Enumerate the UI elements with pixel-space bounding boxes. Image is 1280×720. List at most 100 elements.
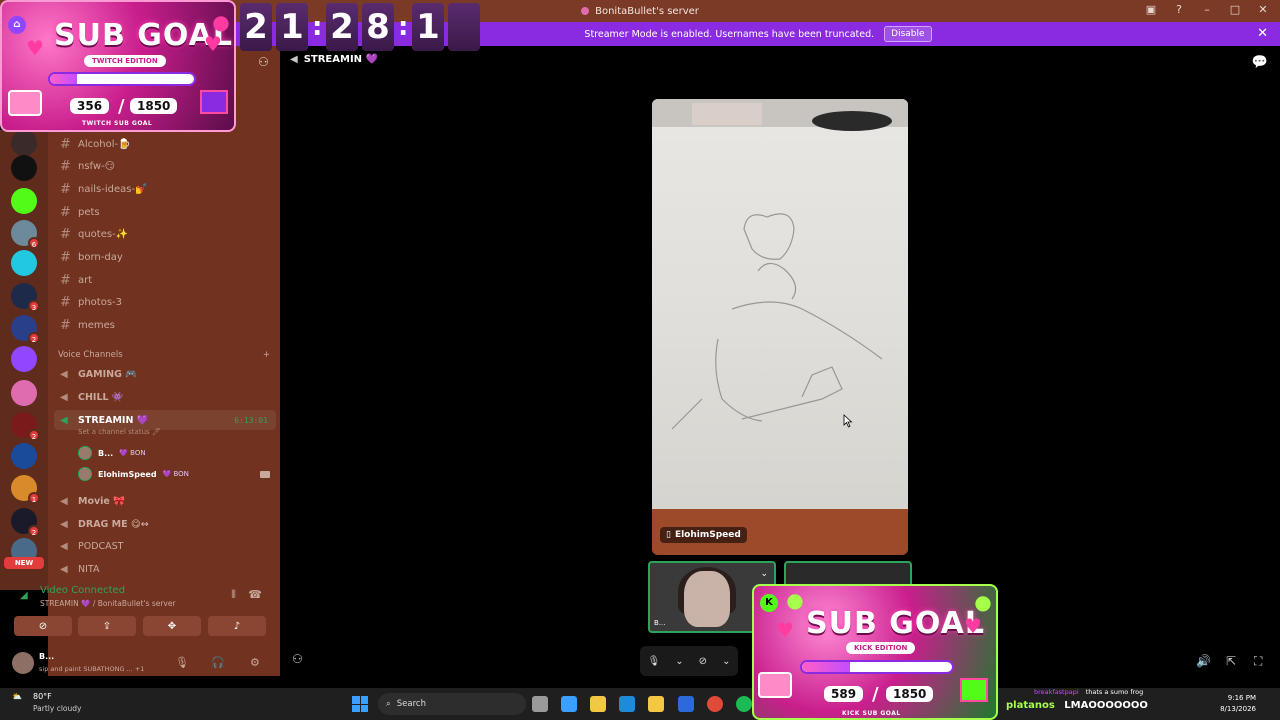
server-icon[interactable]: 6	[11, 220, 40, 249]
close-banner-icon[interactable]: ✕	[1257, 26, 1268, 41]
voice-channel-item[interactable]: ◀ PODCAST	[60, 536, 124, 556]
temperature[interactable]: 80°F	[33, 692, 52, 701]
volume-icon[interactable]: 🔊	[1196, 654, 1211, 668]
channel-item[interactable]: # born-day	[60, 247, 123, 267]
twitch-sub-goal-overlay: ⌂ SUB GOAL TWITCH EDITION 356 / 1850 TWI…	[0, 0, 236, 132]
chevron-down-icon[interactable]: ⌄	[675, 656, 683, 667]
spotify-icon[interactable]	[736, 696, 752, 712]
avatar[interactable]	[12, 652, 34, 674]
add-member-icon[interactable]: ⚇	[258, 55, 272, 69]
server-icon[interactable]	[11, 155, 37, 181]
server-icon[interactable]: 3	[11, 283, 40, 312]
voice-member[interactable]: ElohimSpeed 💜 BON	[78, 465, 270, 483]
voice-member[interactable]: B... 💜 BON	[78, 444, 146, 462]
channel-status[interactable]: Set a channel status 🖊	[78, 428, 161, 436]
channel-item[interactable]: # memes	[60, 315, 115, 335]
voice-channel-item[interactable]: ◀ DRAG ME 😋↔	[60, 514, 149, 534]
channel-name: memes	[78, 319, 115, 331]
countdown-separator: :	[398, 12, 409, 42]
time: 9:16 PM	[1227, 694, 1256, 702]
speaker-icon: ◀	[290, 54, 298, 65]
video-stream-tile[interactable]: ▯ ElohimSpeed	[652, 99, 908, 555]
system-clock[interactable]: 9:16 PM 8/13/2026	[1220, 693, 1256, 715]
connection-status[interactable]: Video Connected	[40, 585, 125, 596]
channel-item[interactable]: # photos-3	[60, 292, 122, 312]
store-icon[interactable]	[648, 696, 664, 712]
inbox-icon[interactable]: ▣	[1144, 3, 1158, 16]
speaker-icon: ◀	[60, 391, 68, 403]
channel-name: nsfw-😏	[78, 160, 116, 172]
heart-icon: ♥	[776, 618, 794, 642]
activities-button[interactable]: ✥	[143, 616, 201, 636]
voice-channels-header[interactable]: Voice Channels +	[58, 350, 270, 360]
weather-icon[interactable]: ⛅	[12, 692, 22, 701]
channel-item[interactable]: # nsfw-😏	[60, 156, 115, 176]
disconnect-icon[interactable]: ☎	[248, 588, 262, 601]
add-channel-icon[interactable]: +	[263, 350, 270, 360]
unread-badge: 2	[28, 429, 40, 441]
chat-icon[interactable]: 💬	[1252, 55, 1268, 70]
camera-off-icon[interactable]: ⊘	[699, 656, 707, 667]
server-icon[interactable]	[11, 443, 37, 469]
help-icon[interactable]: ?	[1172, 3, 1186, 16]
channel-item[interactable]: # art	[60, 270, 92, 290]
voice-channel-item[interactable]: ◀ Movie 🎀	[60, 491, 125, 511]
user-name[interactable]: B...	[39, 652, 54, 661]
chevron-down-icon[interactable]: ⌄	[760, 569, 768, 579]
hash-icon: #	[60, 226, 71, 242]
weather-condition[interactable]: Partly cloudy	[33, 704, 81, 713]
disable-button[interactable]: Disable	[884, 26, 932, 42]
server-icon[interactable]: 2	[11, 508, 40, 537]
popout-icon[interactable]: ⇱	[1226, 654, 1236, 668]
maximize-button[interactable]: □	[1228, 3, 1242, 16]
voice-channel-name: GAMING 🎮	[78, 368, 138, 380]
minimize-button[interactable]: –	[1200, 3, 1214, 16]
start-button[interactable]	[352, 696, 368, 712]
server-icon[interactable]	[11, 380, 37, 406]
connection-location[interactable]: STREAMIN 💜 / BonitaBullet's server	[40, 599, 176, 608]
server-icon[interactable]	[11, 346, 37, 372]
countdown-digit: 1	[412, 3, 444, 51]
chrome-icon[interactable]	[707, 696, 723, 712]
file-explorer-icon[interactable]	[590, 696, 606, 712]
server-icon[interactable]: 2	[11, 315, 40, 344]
voice-channel-item-active[interactable]: ◀ STREAMIN 💜 6:13:01	[54, 410, 276, 430]
server-icon[interactable]: 2	[11, 412, 40, 441]
screen-share-button[interactable]: ⇪	[78, 616, 136, 636]
headset-icon[interactable]: 🎧	[211, 656, 225, 669]
unread-badge: 1	[28, 492, 40, 504]
gear-icon[interactable]: ⚙	[250, 656, 260, 669]
taskbar-search[interactable]: ⌕ Search	[378, 693, 526, 715]
signal-icon[interactable]: ◢	[20, 590, 28, 601]
countdown-digit: 1	[276, 3, 308, 51]
edge-icon[interactable]	[619, 696, 635, 712]
voice-channel-item[interactable]: ◀ NITA	[60, 559, 99, 579]
microphone-icon[interactable]: 🎙	[175, 656, 189, 669]
invite-icon[interactable]: ⚇	[292, 652, 303, 666]
sub-goal-fill	[802, 662, 850, 672]
channel-item[interactable]: # pets	[60, 202, 100, 222]
soundboard-button[interactable]: ♪	[208, 616, 266, 636]
voice-channel-item[interactable]: ◀ GAMING 🎮	[60, 364, 137, 384]
copilot-icon[interactable]	[561, 696, 577, 712]
channel-item[interactable]: # Alcohol-🍺	[60, 134, 131, 154]
voice-channel-name: STREAMIN 💜	[78, 414, 149, 426]
voice-connected-panel: ◢ Video Connected STREAMIN 💜 / BonitaBul…	[8, 582, 274, 642]
voice-channel-item[interactable]: ◀ CHILL 👾	[60, 387, 124, 407]
channel-item[interactable]: # nails-ideas-💅	[60, 179, 148, 199]
server-icon[interactable]	[11, 188, 37, 214]
task-view-icon[interactable]	[532, 696, 548, 712]
server-icon[interactable]	[11, 130, 37, 156]
server-icon[interactable]	[11, 250, 37, 276]
channel-name: quotes-✨	[78, 228, 129, 240]
balloon-icon: ●	[212, 10, 230, 34]
channel-item[interactable]: # quotes-✨	[60, 224, 128, 244]
server-icon[interactable]: 1	[11, 475, 40, 504]
camera-off-button[interactable]: ⊘	[14, 616, 72, 636]
chevron-down-icon[interactable]: ⌄	[722, 656, 730, 667]
mail-icon[interactable]	[678, 696, 694, 712]
noise-suppression-icon[interactable]: ⦀	[231, 588, 236, 602]
fullscreen-icon[interactable]: ⛶	[1254, 654, 1262, 669]
close-window-button[interactable]: ✕	[1256, 3, 1270, 16]
microphone-icon[interactable]: 🎙	[648, 656, 661, 667]
